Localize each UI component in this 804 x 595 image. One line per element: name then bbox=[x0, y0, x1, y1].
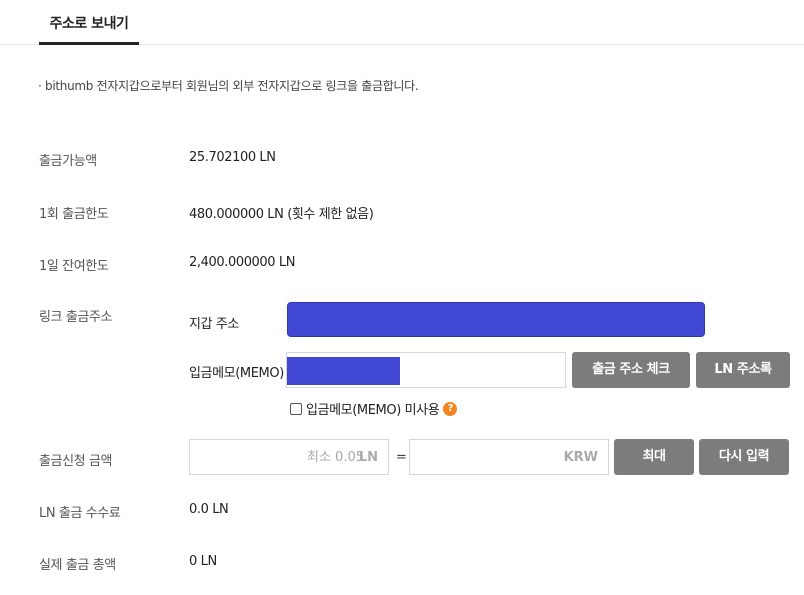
per-tx-limit-value: 480.000000 LN (횟수 제한 없음) bbox=[189, 207, 374, 222]
available-label: 출금가능액 bbox=[39, 154, 97, 169]
notice-text: · bithumb 전자지갑으로부터 회원님의 외부 전자지갑으로 링크을 출금… bbox=[38, 79, 419, 93]
fee-label: LN 출금 수수료 bbox=[39, 506, 121, 521]
wallet-address-label: 지갑 주소 bbox=[189, 317, 239, 332]
equals-sign: = bbox=[396, 450, 407, 465]
address-book-button[interactable]: LN 주소록 bbox=[696, 352, 790, 388]
no-memo-checkbox[interactable] bbox=[290, 402, 302, 415]
daily-remaining-value: 2,400.000000 LN bbox=[189, 255, 296, 270]
reset-button[interactable]: 다시 입력 bbox=[699, 439, 789, 475]
no-memo-checkbox-label[interactable]: 입금메모(MEMO) 미사용 bbox=[306, 399, 440, 418]
no-memo-option[interactable]: 입금메모(MEMO) 미사용 ? bbox=[290, 399, 458, 418]
help-icon[interactable]: ? bbox=[443, 401, 458, 416]
krw-input[interactable]: KRW bbox=[409, 439, 609, 475]
per-tx-limit-label: 1회 출금한도 bbox=[39, 207, 109, 222]
request-amount-label: 출금신청 금액 bbox=[39, 454, 113, 469]
check-address-button[interactable]: 출금 주소 체크 bbox=[572, 352, 690, 388]
amount-input[interactable]: 최소 0.05 LN bbox=[189, 439, 389, 475]
amount-unit: LN bbox=[358, 450, 378, 465]
fee-value: 0.0 LN bbox=[189, 502, 229, 517]
max-button[interactable]: 최대 bbox=[614, 439, 694, 475]
krw-unit: KRW bbox=[563, 450, 598, 465]
amount-input-placeholder: 최소 0.05 bbox=[307, 450, 364, 465]
wallet-address-input[interactable] bbox=[287, 302, 705, 337]
tab-bar: 주소로 보내기 bbox=[0, 0, 804, 45]
total-value: 0 LN bbox=[189, 554, 217, 569]
withdraw-address-label: 링크 출금주소 bbox=[39, 310, 113, 325]
available-value: 25.702100 LN bbox=[189, 150, 276, 165]
memo-input-value bbox=[287, 357, 400, 385]
daily-remaining-label: 1일 잔여한도 bbox=[39, 259, 109, 274]
memo-label: 입금메모(MEMO) bbox=[189, 366, 284, 381]
memo-input[interactable] bbox=[286, 352, 566, 388]
total-label: 실제 출금 총액 bbox=[39, 558, 116, 573]
tab-send-to-address[interactable]: 주소로 보내기 bbox=[39, 0, 139, 45]
